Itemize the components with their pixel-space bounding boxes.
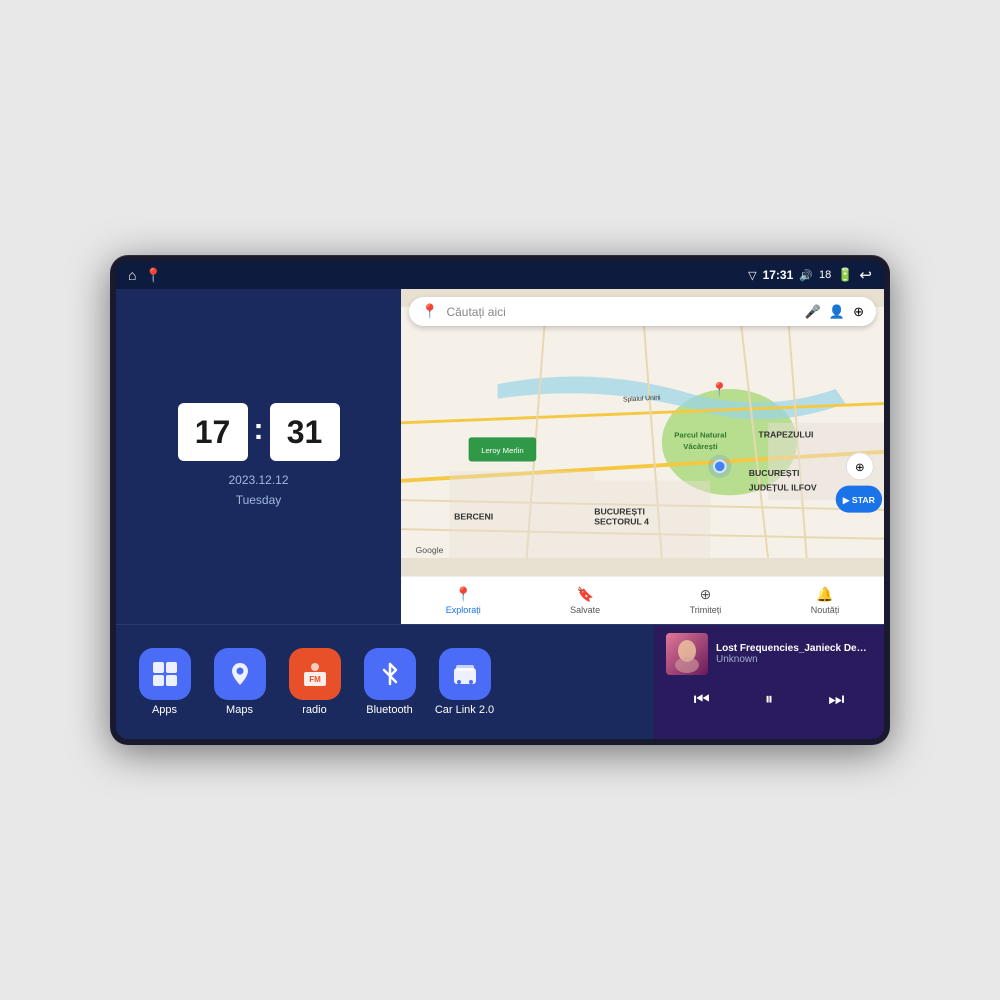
bluetooth-app-icon bbox=[364, 648, 416, 700]
apps-row: Apps Maps bbox=[116, 625, 654, 739]
svg-text:JUDEȚUL ILFOV: JUDEȚUL ILFOV bbox=[749, 482, 817, 492]
app-item-maps[interactable]: Maps bbox=[207, 648, 272, 716]
maps-label: Maps bbox=[226, 704, 253, 716]
prev-button[interactable]: ⏮ bbox=[686, 685, 718, 714]
time-display: 17:31 bbox=[763, 268, 794, 282]
news-icon: 🔔 bbox=[816, 586, 833, 603]
svg-text:TRAPEZULUI: TRAPEZULUI bbox=[758, 429, 813, 439]
clock-hour: 17 bbox=[178, 403, 248, 461]
layers-icon[interactable]: ⊕ bbox=[853, 304, 864, 320]
app-item-bluetooth[interactable]: Bluetooth bbox=[357, 648, 422, 716]
maps-app-icon bbox=[214, 648, 266, 700]
carlink-label: Car Link 2.0 bbox=[435, 704, 494, 716]
map-nav-saved[interactable]: 🔖 Salvate bbox=[570, 586, 600, 615]
bottom-section: Apps Maps bbox=[116, 624, 884, 739]
map-nav-explore[interactable]: 📍 Explorați bbox=[446, 586, 481, 615]
map-pin-icon: 📍 bbox=[421, 303, 438, 320]
map-nav-news[interactable]: 🔔 Noutăți bbox=[811, 586, 840, 615]
clock-separator: : bbox=[254, 413, 264, 447]
music-player: Lost Frequencies_Janieck Devy-... Unknow… bbox=[654, 625, 884, 739]
svg-text:📍: 📍 bbox=[711, 381, 728, 397]
app-item-apps[interactable]: Apps bbox=[132, 648, 197, 716]
map-canvas: TRAPEZULUI BUCUREȘTI JUDEȚUL ILFOV BERCE… bbox=[401, 289, 884, 576]
map-bottom-nav: 📍 Explorați 🔖 Salvate ⊕ Trimiteți 🔔 bbox=[401, 576, 884, 624]
music-title: Lost Frequencies_Janieck Devy-... bbox=[716, 643, 872, 654]
svg-text:Văcărești: Văcărești bbox=[683, 442, 717, 451]
svg-text:Parcul Natural: Parcul Natural bbox=[674, 430, 726, 439]
status-left: ⌂ 📍 bbox=[128, 267, 162, 284]
carlink-app-icon bbox=[439, 648, 491, 700]
volume-icon: 🔊 bbox=[799, 269, 813, 282]
map-nav-share[interactable]: ⊕ Trimiteți bbox=[690, 586, 722, 615]
svg-text:BUCUREȘTI: BUCUREȘTI bbox=[749, 468, 800, 478]
svg-text:FM: FM bbox=[309, 675, 321, 684]
gps-icon: ▽ bbox=[748, 269, 756, 282]
bluetooth-label: Bluetooth bbox=[366, 704, 412, 716]
play-pause-button[interactable]: ⏸ bbox=[757, 687, 781, 713]
radio-app-icon: FM bbox=[289, 648, 341, 700]
battery-icon: 🔋 bbox=[837, 267, 853, 283]
album-art bbox=[666, 633, 708, 675]
map-widget[interactable]: 📍 Căutați aici 🎤 👤 ⊕ bbox=[401, 289, 884, 624]
volume-level: 18 bbox=[819, 269, 831, 281]
explore-icon: 📍 bbox=[455, 586, 472, 603]
status-right: ▽ 17:31 🔊 18 🔋 ↩ bbox=[748, 266, 872, 284]
apps-label: Apps bbox=[152, 704, 177, 716]
mic-icon[interactable]: 🎤 bbox=[805, 304, 821, 320]
maps-pin-icon[interactable]: 📍 bbox=[144, 267, 161, 284]
status-bar: ⌂ 📍 ▽ 17:31 🔊 18 🔋 ↩ bbox=[116, 261, 884, 289]
clock-date: 2023.12.12 Tuesday bbox=[228, 471, 288, 509]
svg-text:BERCENI: BERCENI bbox=[454, 511, 493, 521]
app-item-carlink[interactable]: Car Link 2.0 bbox=[432, 648, 497, 716]
home-icon[interactable]: ⌂ bbox=[128, 267, 136, 283]
svg-text:Google: Google bbox=[415, 545, 443, 555]
back-icon[interactable]: ↩ bbox=[859, 266, 872, 284]
map-search-bar[interactable]: 📍 Căutați aici 🎤 👤 ⊕ bbox=[409, 297, 876, 326]
top-section: 17 : 31 2023.12.12 Tuesday 📍 Căutați aic… bbox=[116, 289, 884, 624]
account-icon[interactable]: 👤 bbox=[829, 304, 845, 320]
svg-text:⊕: ⊕ bbox=[855, 462, 865, 474]
svg-text:SECTORUL 4: SECTORUL 4 bbox=[594, 516, 649, 526]
device-shell: ⌂ 📍 ▽ 17:31 🔊 18 🔋 ↩ 17 : bbox=[110, 255, 890, 745]
svg-text:Leroy Merlin: Leroy Merlin bbox=[481, 446, 523, 455]
music-controls: ⏮ ⏸ ⏭ bbox=[666, 685, 872, 714]
clock-display: 17 : 31 bbox=[178, 403, 340, 461]
next-button[interactable]: ⏭ bbox=[820, 685, 852, 714]
main-content: 17 : 31 2023.12.12 Tuesday 📍 Căutați aic… bbox=[116, 289, 884, 739]
clock-minute: 31 bbox=[270, 403, 340, 461]
map-search-text[interactable]: Căutați aici bbox=[446, 305, 796, 319]
saved-icon: 🔖 bbox=[576, 586, 593, 603]
clock-widget: 17 : 31 2023.12.12 Tuesday bbox=[116, 289, 401, 624]
music-artist: Unknown bbox=[716, 654, 872, 665]
app-item-radio[interactable]: FM radio bbox=[282, 648, 347, 716]
music-info: Lost Frequencies_Janieck Devy-... Unknow… bbox=[666, 633, 872, 675]
music-text: Lost Frequencies_Janieck Devy-... Unknow… bbox=[716, 643, 872, 665]
apps-app-icon bbox=[139, 648, 191, 700]
share-icon: ⊕ bbox=[700, 586, 712, 603]
svg-text:▶ STAR: ▶ STAR bbox=[842, 495, 876, 505]
screen: ⌂ 📍 ▽ 17:31 🔊 18 🔋 ↩ 17 : bbox=[116, 261, 884, 739]
svg-text:BUCUREȘTI: BUCUREȘTI bbox=[594, 507, 645, 517]
radio-label: radio bbox=[302, 704, 326, 716]
